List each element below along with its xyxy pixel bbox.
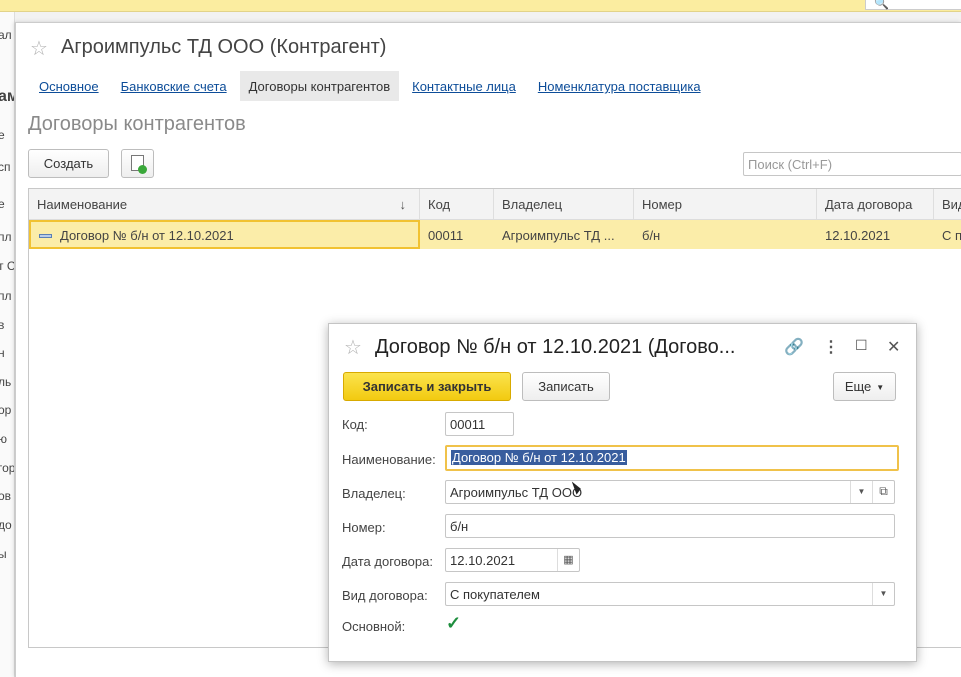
background-text: ор (0, 403, 12, 417)
background-text: пл (0, 230, 12, 244)
contract-kind-value: С покупателем (450, 587, 540, 602)
background-text: до (0, 518, 12, 532)
save-and-close-button[interactable]: Записать и закрыть (343, 372, 511, 401)
tab-contacts[interactable]: Контактные лица (403, 71, 525, 101)
background-text: ов (0, 489, 12, 503)
background-text: сп (0, 160, 11, 174)
code-label: Код: (342, 417, 368, 432)
maximize-icon[interactable]: ☐ (855, 337, 868, 354)
search-icon: 🔍 (874, 0, 889, 10)
background-text: ль (0, 375, 12, 389)
table-row[interactable]: Договор № б/н от 12.10.2021 00011 Агроим… (29, 220, 961, 249)
contract-kind-label: Вид договора: (342, 588, 428, 603)
section-title: Договоры контрагентов (28, 113, 246, 135)
chevron-down-icon[interactable]: ▼ (872, 583, 894, 605)
contract-icon (39, 233, 52, 238)
star-icon[interactable]: ☆ (344, 335, 362, 360)
date-field-value: 12.10.2021 (450, 553, 516, 568)
name-field[interactable]: Договор № б/н от 12.10.2021 (445, 445, 899, 471)
page-title: Агроимпульс ТД ООО (Контрагент) (61, 36, 387, 58)
star-icon[interactable]: ☆ (30, 36, 48, 61)
background-search[interactable]: 🔍 (865, 0, 961, 10)
date-label: Дата договора: (342, 554, 433, 569)
copy-button[interactable] (121, 149, 154, 178)
owner-field[interactable]: Агроимпульс ТД ООО ▼ ⧉ (445, 480, 895, 504)
number-field[interactable]: б/н (445, 514, 895, 538)
cell-code[interactable]: 00011 (420, 220, 494, 249)
number-label: Номер: (342, 520, 386, 535)
tab-supplier-nomenclature[interactable]: Номенклатура поставщика (529, 71, 710, 101)
link-icon[interactable]: 🔗 (784, 337, 804, 357)
tab-bar: Основное Банковские счета Договоры контр… (30, 71, 714, 101)
column-header-name[interactable]: Наименование ↓ (29, 189, 420, 219)
code-field[interactable]: 00011 (445, 412, 514, 436)
tab-main[interactable]: Основное (30, 71, 108, 101)
background-text: пл (0, 289, 12, 303)
more-button-label: Еще (844, 379, 872, 394)
background-text: е (0, 197, 5, 211)
tab-bank-accounts[interactable]: Банковские счета (112, 71, 236, 101)
add-copy-icon (131, 155, 147, 174)
main-flag-checkbox[interactable]: ✓ (446, 614, 464, 633)
save-button[interactable]: Записать (522, 372, 610, 401)
background-toolbar (0, 0, 961, 12)
cell-date[interactable]: 12.10.2021 (817, 220, 934, 249)
cell-name[interactable]: Договор № б/н от 12.10.2021 (29, 220, 420, 249)
name-label: Наименование: (342, 452, 436, 467)
more-button[interactable]: Еще ▼ (833, 372, 896, 401)
background-text: гор (0, 461, 15, 475)
main-flag-label: Основной: (342, 619, 406, 634)
column-header-label: Наименование (37, 197, 128, 212)
owner-label: Владелец: (342, 486, 406, 501)
cell-number[interactable]: б/н (634, 220, 817, 249)
table-header: Наименование ↓ Код Владелец Номер Дата до… (29, 189, 961, 220)
owner-field-value: Агроимпульс ТД ООО (450, 485, 583, 500)
background-panel: ал ам е сп е пл т С пл в н ль ор ю гор о… (0, 12, 15, 677)
chevron-down-icon[interactable]: ▼ (850, 481, 872, 503)
chevron-down-icon: ▼ (876, 383, 885, 393)
background-text: н (0, 346, 5, 360)
calendar-icon[interactable]: ▦ (557, 549, 579, 571)
name-field-value: Договор № б/н от 12.10.2021 (451, 450, 627, 465)
background-text: ал (0, 28, 12, 42)
column-header-number[interactable]: Номер (634, 189, 817, 219)
contract-kind-select[interactable]: С покупателем ▼ (445, 582, 895, 606)
sort-down-icon: ↓ (399, 197, 407, 212)
column-header-code[interactable]: Код (420, 189, 494, 219)
background-text: ам (0, 88, 14, 106)
more-actions-icon[interactable]: ⋮ (823, 337, 839, 357)
search-input[interactable] (744, 153, 961, 175)
background-text: ы (0, 547, 7, 561)
close-icon[interactable]: ✕ (887, 337, 900, 357)
cell-name-text: Договор № б/н от 12.10.2021 (60, 228, 234, 243)
background-text: т С (0, 259, 15, 273)
search-field[interactable] (743, 152, 961, 176)
contract-dialog: ☆ Договор № б/н от 12.10.2021 (Догово...… (328, 323, 917, 662)
column-header-date[interactable]: Дата договора (817, 189, 934, 219)
cell-kind[interactable]: С п (934, 220, 961, 249)
open-icon[interactable]: ⧉ (872, 481, 894, 503)
tab-contracts[interactable]: Договоры контрагентов (239, 71, 400, 101)
background-text: в (0, 318, 4, 332)
background-text: ю (0, 432, 7, 446)
column-header-owner[interactable]: Владелец (494, 189, 634, 219)
date-field[interactable]: 12.10.2021 ▦ (445, 548, 580, 572)
column-header-kind[interactable]: Вид (934, 189, 961, 219)
create-button[interactable]: Создать (28, 149, 109, 178)
background-text: е (0, 128, 5, 142)
dialog-title: Договор № б/н от 12.10.2021 (Догово... (375, 336, 736, 358)
cell-owner[interactable]: Агроимпульс ТД ... (494, 220, 634, 249)
